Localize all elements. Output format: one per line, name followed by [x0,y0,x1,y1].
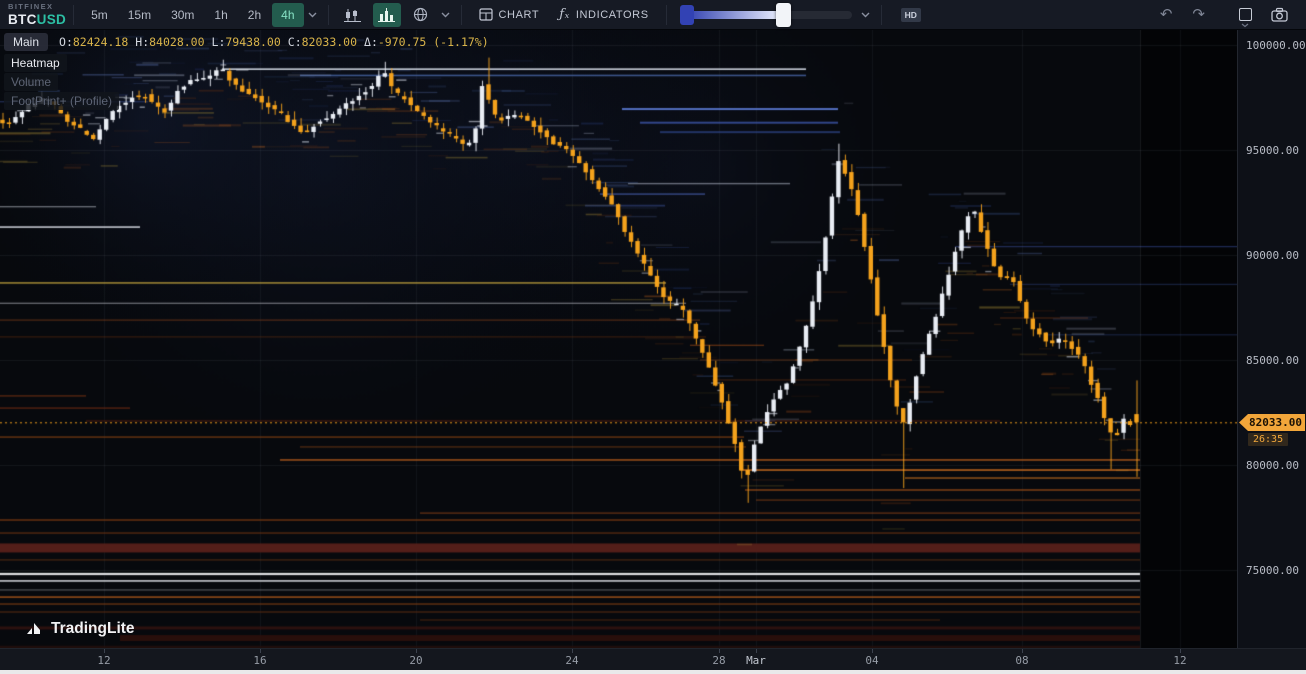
candlestick-chart-icon [344,8,361,22]
collapse-toolbar-icon[interactable] [1241,23,1249,28]
price-axis-label: 90000.00 [1246,249,1299,262]
time-axis-label: 12 [97,654,110,667]
time-axis-label: 28 [712,654,725,667]
watermark-text: TradingLite [51,620,135,638]
ohlc-label: L: [212,35,226,49]
redo-button[interactable]: ↷ [1192,7,1205,22]
fx-icon: ƒₓ [559,7,570,22]
slider-gradient [684,11,782,19]
ohlc-label: H: [135,35,149,49]
chevron-down-icon [308,12,317,18]
ohlc-values: O:82424.18 H:84028.00 L:79438.00 C:82033.00… [52,35,489,49]
heatmap-settings-button[interactable] [858,3,874,27]
ohlc-legend: Main O:82424.18 H:84028.00 L:79438.00 C:820… [4,33,489,51]
time-axis-tick [719,649,720,653]
time-axis-label: 24 [565,654,578,667]
price-axis-label: 95000.00 [1246,144,1299,157]
price-axis-label: 80000.00 [1246,459,1299,472]
chart-canvas[interactable] [0,30,1237,648]
time-axis-tick [1022,649,1023,653]
candle-countdown: 26:35 [1248,433,1288,446]
time-axis-label: Mar [746,654,766,667]
price-axis-label: 85000.00 [1246,354,1299,367]
last-price-badge: 82033.00 [1239,414,1305,431]
timeframe-4h[interactable]: 4h [272,3,303,27]
layer-item-footprint-profile-[interactable]: FootPrint+ (Profile) [4,92,119,110]
fullscreen-icon [1239,8,1252,21]
ohlc-label: O: [59,35,73,49]
bottom-strip [0,670,1306,674]
ohlc-value: 84028.00 [149,35,204,49]
timeframe-1h[interactable]: 1h [205,3,236,27]
time-axis-tick [1180,649,1181,653]
chevron-down-icon [861,12,870,18]
exchange-label: BITFINEX [8,3,66,11]
symbol-selector[interactable]: BITFINEX BTCUSD [8,3,66,26]
chevron-down-icon [441,12,450,18]
hd-badge[interactable]: HD [901,8,921,22]
price-axis-label: 100000.00 [1246,39,1306,52]
chart-style-heatmap-button[interactable] [373,3,401,27]
tradinglite-logo-icon [26,621,44,637]
time-axis-label: 04 [865,654,878,667]
timeframe-30m[interactable]: 30m [162,3,203,27]
ohlc-value: 82424.18 [73,35,128,49]
layer-item-volume[interactable]: Volume [4,73,58,91]
time-axis-tick [104,649,105,653]
symbol-label: BTCUSD [8,13,66,27]
slider-max-handle[interactable] [776,3,791,27]
indicators-label: INDICATORS [576,9,649,21]
time-axis-tick [756,649,757,653]
overlay-more-button[interactable] [438,3,454,27]
heatmap-intensity-slider[interactable] [680,0,852,30]
time-axis-label: 20 [409,654,422,667]
indicators-button[interactable]: ƒₓ INDICATORS [559,7,648,22]
camera-icon [1271,7,1288,22]
layer-list: HeatmapVolumeFootPrint+ (Profile) [4,54,119,111]
time-axis-tick [260,649,261,653]
layer-item-heatmap[interactable]: Heatmap [4,54,67,72]
timeframe-5m[interactable]: 5m [82,3,117,27]
chart-menu-button[interactable]: CHART [479,8,540,21]
timeframe-15m[interactable]: 15m [119,3,160,27]
ohlc-label: C: [288,35,302,49]
time-axis[interactable]: 12 16 20 24 28 Mar 04 08 12 [0,648,1306,670]
price-axis-label: 75000.00 [1246,564,1299,577]
exchange-overlay-button[interactable] [407,3,435,27]
toolbar-divider [461,5,462,25]
time-axis-label: 08 [1015,654,1028,667]
time-axis-tick [872,649,873,653]
screenshot-button[interactable] [1271,7,1288,22]
toolbar-divider [73,5,74,25]
toolbar-right-group: ↶ ↷ [1150,0,1306,30]
slider-min-handle[interactable] [680,5,694,25]
time-axis-label: 12 [1173,654,1186,667]
ohlc-label: Δ: [364,35,378,49]
ohlc-value: 79438.00 [225,35,280,49]
chart-layout-icon [479,8,493,21]
undo-button[interactable]: ↶ [1160,7,1173,22]
price-axis[interactable]: 82033.00 26:35 100000.00 95000.00 90000.00… [1237,30,1306,648]
chart-style-candles-button[interactable] [339,3,367,27]
main-layer-pill[interactable]: Main [4,33,48,51]
toolbar-divider [328,5,329,25]
toolbar-divider [666,5,667,25]
ohlc-value: -970.75 (-1.17%) [378,35,489,49]
toolbar-divider [881,5,882,25]
tradinglite-app: BITFINEX BTCUSD 5m15m30m1h2h4h [0,0,1306,674]
ohlc-value: 82033.00 [302,35,357,49]
watermark: TradingLite [26,620,135,638]
fullscreen-button[interactable] [1235,0,1255,30]
volume-candles-icon [378,8,395,22]
time-axis-tick [416,649,417,653]
time-axis-label: 16 [253,654,266,667]
timeframe-more-button[interactable] [305,3,321,27]
chart-menu-label: CHART [499,9,540,21]
timeframe-2h[interactable]: 2h [239,3,270,27]
timeframe-group: 5m15m30m1h2h4h [81,3,304,27]
time-axis-tick [572,649,573,653]
globe-icon [413,7,428,22]
toolbar: BITFINEX BTCUSD 5m15m30m1h2h4h [0,0,1306,30]
